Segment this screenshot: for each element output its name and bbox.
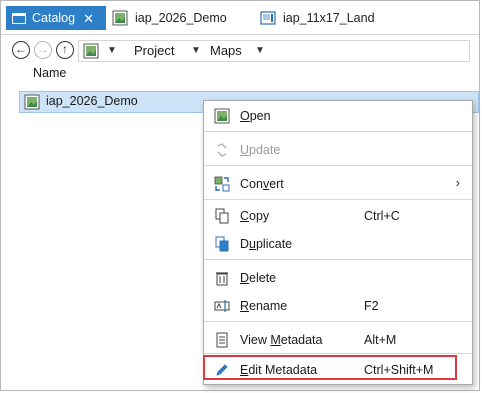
catalog-icon xyxy=(12,12,26,24)
menu-label: Copy xyxy=(240,209,270,223)
menu-divider xyxy=(204,199,472,200)
tab-iap-2026-demo[interactable]: iap_2026_Demo xyxy=(112,6,227,30)
chevron-down-icon[interactable]: ▼ xyxy=(255,40,265,62)
tab-label: Catalog xyxy=(32,11,76,25)
map-layout-icon xyxy=(112,10,128,26)
duplicate-icon xyxy=(215,236,229,252)
menu-item-delete[interactable]: Delete xyxy=(204,265,472,291)
chevron-down-icon[interactable]: ▼ xyxy=(107,40,117,62)
map-icon xyxy=(214,108,230,124)
breadcrumb-maps[interactable]: Maps xyxy=(210,40,242,62)
close-icon[interactable]: ✕ xyxy=(83,12,94,25)
menu-shortcut: Ctrl+C xyxy=(364,209,400,223)
menu-item-duplicate[interactable]: Duplicate xyxy=(204,231,472,257)
document-icon xyxy=(216,332,228,348)
menu-label: Open xyxy=(240,109,271,123)
tab-label: iap_11x17_Land xyxy=(283,11,375,25)
navigation-bar: ← → ↑ ▼ Project ▼ Maps ▼ xyxy=(12,40,470,62)
menu-shortcut: Alt+M xyxy=(364,333,397,347)
project-icon xyxy=(83,43,99,59)
menu-label: Update xyxy=(240,143,281,157)
convert-icon xyxy=(214,176,230,192)
menu-divider xyxy=(204,353,472,354)
menu-label: Convert xyxy=(240,177,284,191)
column-header-name[interactable]: Name xyxy=(33,66,66,80)
menu-item-rename[interactable]: Rename F2 xyxy=(204,293,472,319)
map-icon xyxy=(24,94,40,110)
context-menu: Open Update Convert › Copy Ctrl+C Duplic… xyxy=(203,100,473,385)
menu-shortcut: F2 xyxy=(364,299,379,313)
back-arrow-icon[interactable]: ← xyxy=(12,41,30,59)
menu-label: View Metadata xyxy=(240,333,323,347)
layout-icon xyxy=(260,11,276,25)
menu-item-copy[interactable]: Copy Ctrl+C xyxy=(204,203,472,229)
copy-icon xyxy=(215,208,229,224)
menu-divider xyxy=(204,131,472,132)
breadcrumb-project[interactable]: Project xyxy=(134,40,174,62)
chevron-down-icon[interactable]: ▼ xyxy=(191,40,201,62)
menu-item-open[interactable]: Open xyxy=(204,103,472,129)
rename-icon xyxy=(214,300,230,312)
menu-label: Duplicate xyxy=(240,237,293,251)
chevron-right-icon: › xyxy=(455,175,460,190)
menu-label: Delete xyxy=(240,271,277,285)
highlight-box xyxy=(203,355,457,380)
up-arrow-icon[interactable]: ↑ xyxy=(56,41,74,59)
list-item-label: iap_2026_Demo xyxy=(46,94,138,108)
menu-divider xyxy=(204,321,472,322)
trash-icon xyxy=(216,272,228,286)
menu-item-update[interactable]: Update xyxy=(204,137,472,163)
tab-label: iap_2026_Demo xyxy=(135,11,227,25)
menu-item-convert[interactable]: Convert › xyxy=(204,171,472,197)
update-icon xyxy=(217,143,227,157)
menu-divider xyxy=(204,165,472,166)
forward-arrow-icon[interactable]: → xyxy=(34,41,52,59)
tab-strip: Catalog ✕ iap_2026_Demo iap_11x17_Land xyxy=(1,1,479,35)
tab-catalog[interactable]: Catalog ✕ xyxy=(6,6,106,30)
menu-divider xyxy=(204,259,472,260)
tab-iap-11x17-land[interactable]: iap_11x17_Land xyxy=(260,6,375,30)
menu-item-view-metadata[interactable]: View Metadata Alt+M xyxy=(204,327,472,353)
menu-label: Rename xyxy=(240,299,288,313)
